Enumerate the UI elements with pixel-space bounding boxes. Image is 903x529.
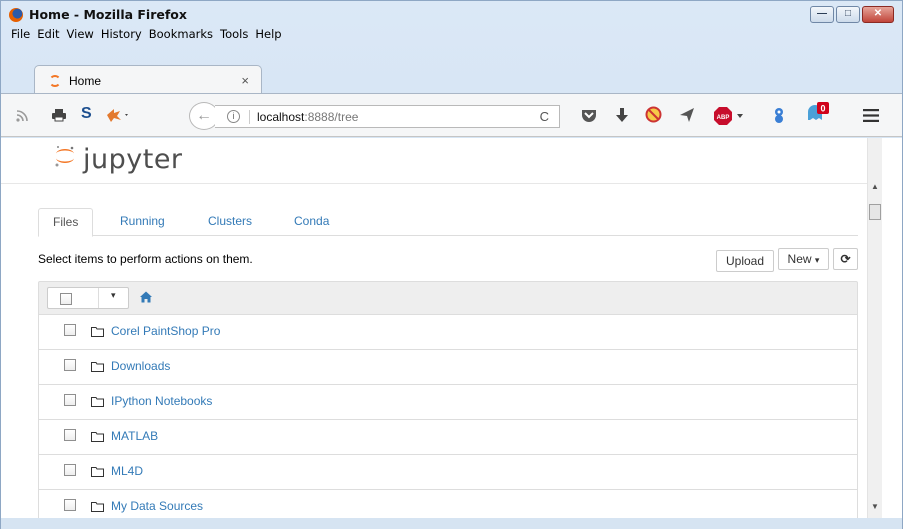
maximize-icon: □ bbox=[844, 8, 852, 19]
minimize-button[interactable]: — bbox=[810, 6, 834, 23]
refresh-button[interactable]: ⟳ bbox=[833, 248, 858, 270]
jupyter-logo-icon[interactable] bbox=[53, 144, 77, 168]
jupyter-logo-text[interactable]: jupyter bbox=[83, 144, 183, 175]
close-icon: ✕ bbox=[873, 8, 883, 19]
adblock-label: ABP bbox=[717, 115, 730, 121]
tab-conda[interactable]: Conda bbox=[280, 208, 343, 236]
home-icon[interactable] bbox=[139, 290, 153, 304]
item-name-link[interactable]: Corel PaintShop Pro bbox=[111, 324, 220, 338]
window-bottom-border bbox=[1, 518, 902, 529]
tab-close-icon[interactable]: × bbox=[241, 73, 249, 88]
url-path: :8888/tree bbox=[304, 110, 359, 124]
page-scrollbar-area: ▲ ▼ bbox=[867, 138, 902, 518]
menu-view[interactable]: View bbox=[67, 27, 94, 41]
puzzle-icon[interactable] bbox=[771, 106, 787, 124]
item-checkbox[interactable] bbox=[64, 429, 76, 441]
title-bar: Home - Mozilla Firefox — □ ✕ bbox=[1, 1, 902, 27]
select-all-checkbox[interactable] bbox=[60, 293, 72, 305]
pocket-icon[interactable] bbox=[581, 108, 597, 122]
menu-edit[interactable]: Edit bbox=[37, 27, 59, 41]
window-title: Home - Mozilla Firefox bbox=[29, 7, 187, 22]
select-caret-icon[interactable]: ▾ bbox=[111, 290, 116, 301]
file-list-header: ▾ bbox=[38, 281, 858, 315]
tab-clusters[interactable]: Clusters bbox=[194, 208, 266, 236]
folder-icon bbox=[91, 502, 104, 512]
navigation-toolbar: S ← i localhost:8888/tree C ABP 0 bbox=[1, 93, 902, 137]
jupyter-favicon-icon bbox=[49, 75, 61, 87]
menu-icon[interactable] bbox=[863, 109, 879, 122]
item-name-link[interactable]: ML4D bbox=[111, 464, 143, 478]
folder-icon bbox=[91, 397, 104, 407]
menu-history[interactable]: History bbox=[101, 27, 142, 41]
menu-bar: File Edit View History Bookmarks Tools H… bbox=[11, 27, 282, 41]
url-bar[interactable]: i localhost:8888/tree C bbox=[215, 105, 560, 128]
browser-tab-home[interactable]: Home × bbox=[34, 65, 262, 95]
menu-tools[interactable]: Tools bbox=[220, 27, 248, 41]
minimize-icon: — bbox=[817, 8, 827, 19]
list-item[interactable]: MATLAB bbox=[38, 420, 858, 455]
item-checkbox[interactable] bbox=[64, 394, 76, 406]
menu-bookmarks[interactable]: Bookmarks bbox=[149, 27, 213, 41]
list-item[interactable]: Corel PaintShop Pro bbox=[38, 315, 858, 350]
firefox-icon bbox=[9, 8, 23, 22]
send-icon[interactable] bbox=[679, 107, 695, 123]
adblock-icon[interactable]: ABP bbox=[714, 107, 748, 128]
notification-badge: 0 bbox=[820, 104, 825, 114]
url-text[interactable]: localhost:8888/tree bbox=[257, 110, 358, 124]
url-host: localhost bbox=[257, 110, 305, 124]
s-icon[interactable]: S bbox=[81, 105, 92, 123]
tab-strip: Home × bbox=[1, 59, 902, 95]
jupyter-tabs: Files Running Clusters Conda bbox=[38, 208, 858, 237]
window-controls: — □ ✕ bbox=[810, 6, 894, 23]
item-name-link[interactable]: Downloads bbox=[111, 359, 170, 373]
list-item[interactable]: Downloads bbox=[38, 350, 858, 385]
menu-help[interactable]: Help bbox=[255, 27, 281, 41]
folder-icon bbox=[91, 432, 104, 442]
new-button[interactable]: New ▾ bbox=[778, 248, 829, 270]
item-checkbox[interactable] bbox=[64, 324, 76, 336]
block-icon[interactable] bbox=[645, 106, 662, 123]
upload-button[interactable]: Upload bbox=[716, 250, 774, 272]
scroll-thumb[interactable] bbox=[869, 204, 881, 220]
instructions-text: Select items to perform actions on them. bbox=[38, 252, 253, 266]
item-name-link[interactable]: IPython Notebooks bbox=[111, 394, 212, 408]
item-name-link[interactable]: MATLAB bbox=[111, 429, 158, 443]
new-caret-icon: ▾ bbox=[814, 255, 820, 265]
folder-icon bbox=[91, 362, 104, 372]
folder-icon bbox=[91, 467, 104, 477]
select-all-dropdown[interactable]: ▾ bbox=[47, 287, 129, 309]
close-button[interactable]: ✕ bbox=[862, 6, 894, 23]
dropdown-separator bbox=[98, 288, 99, 308]
rss-icon[interactable] bbox=[15, 109, 29, 123]
tab-files[interactable]: Files bbox=[38, 208, 94, 237]
list-item[interactable]: ML4D bbox=[38, 455, 858, 490]
item-name-link[interactable]: My Data Sources bbox=[111, 499, 203, 513]
item-checkbox[interactable] bbox=[64, 499, 76, 511]
menu-file[interactable]: File bbox=[11, 27, 30, 41]
item-checkbox[interactable] bbox=[64, 464, 76, 476]
info-icon[interactable]: i bbox=[227, 110, 240, 123]
browser-window: Home - Mozilla Firefox — □ ✕ File Edit V… bbox=[0, 0, 903, 529]
maximize-button[interactable]: □ bbox=[836, 6, 860, 23]
tab-running[interactable]: Running bbox=[106, 208, 179, 236]
list-item[interactable]: My Data Sources bbox=[38, 490, 858, 518]
jupyter-page: jupyter Files Running Clusters Conda Sel… bbox=[1, 138, 867, 518]
scroll-down-icon[interactable]: ▼ bbox=[868, 502, 882, 516]
extension-icon[interactable] bbox=[105, 107, 131, 123]
scrollbar[interactable]: ▲ ▼ bbox=[868, 138, 882, 518]
scroll-up-icon[interactable]: ▲ bbox=[868, 182, 882, 196]
refresh-icon: ⟳ bbox=[840, 252, 851, 266]
download-icon[interactable] bbox=[615, 107, 629, 123]
browser-tab-label: Home bbox=[69, 74, 102, 88]
ghost-icon[interactable]: 0 bbox=[806, 102, 830, 127]
list-item[interactable]: IPython Notebooks bbox=[38, 385, 858, 420]
jupyter-header: jupyter bbox=[1, 138, 867, 184]
new-button-label: New bbox=[787, 252, 812, 266]
reload-icon[interactable]: C bbox=[540, 109, 549, 124]
folder-icon bbox=[91, 327, 104, 337]
item-checkbox[interactable] bbox=[64, 359, 76, 371]
printer-icon[interactable] bbox=[51, 108, 67, 122]
url-separator bbox=[249, 110, 250, 124]
